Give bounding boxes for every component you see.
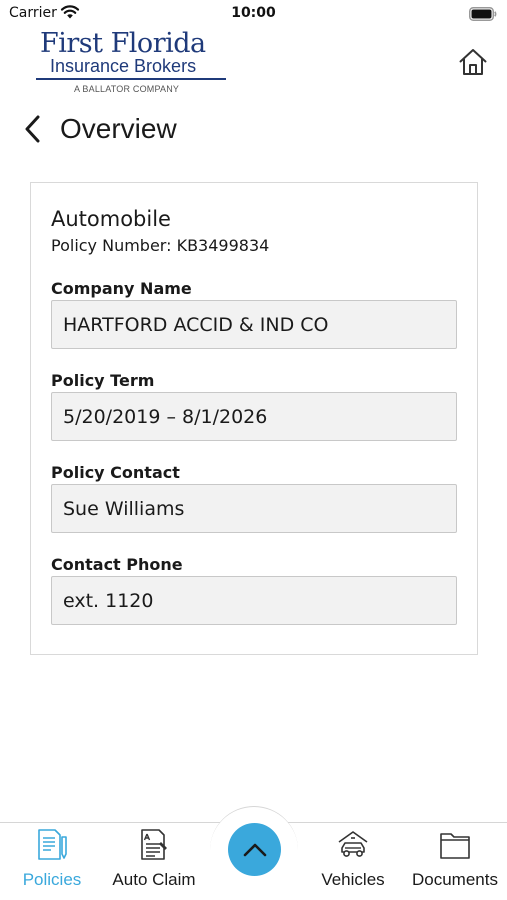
tab-vehicles[interactable]: Vehicles <box>313 828 393 894</box>
tab-policies-label: Policies <box>22 870 82 889</box>
home-icon <box>459 49 487 75</box>
chevron-left-icon <box>25 115 40 143</box>
policy-type: Automobile <box>51 207 171 231</box>
policy-document-icon <box>35 828 69 862</box>
tab-auto-claim-label: Auto Claim <box>112 870 196 889</box>
status-bar: Carrier 10:00 <box>0 0 507 28</box>
logo-wordmark: First Florida <box>40 28 206 59</box>
tab-auto-claim[interactable]: Auto Claim <box>104 828 204 894</box>
battery-icon <box>469 6 497 25</box>
tab-documents-label: Documents <box>412 870 498 889</box>
company-name-label: Company Name <box>51 279 192 298</box>
clock: 10:00 <box>231 5 276 21</box>
center-expand-button[interactable] <box>228 823 281 876</box>
tab-documents[interactable]: Documents <box>405 828 505 894</box>
tab-policies[interactable]: Policies <box>10 828 94 894</box>
home-button[interactable] <box>455 44 491 80</box>
folder-icon <box>438 828 472 862</box>
brand-logo: First Florida Insurance Brokers A BALLAT… <box>36 28 230 96</box>
car-garage-icon <box>336 828 370 862</box>
back-button[interactable] <box>22 108 52 150</box>
page-header: Overview <box>22 108 177 150</box>
contact-phone-label: Contact Phone <box>51 555 183 574</box>
logo-rule <box>36 78 226 80</box>
policy-card: Automobile Policy Number: KB3499834 Comp… <box>30 182 478 655</box>
company-name-value: HARTFORD ACCID & IND CO <box>63 313 329 336</box>
policy-number: Policy Number: KB3499834 <box>51 236 270 255</box>
company-name-field[interactable]: HARTFORD ACCID & IND CO <box>51 300 457 349</box>
policy-contact-field[interactable]: Sue Williams <box>51 484 457 533</box>
logo-tagline: A BALLATOR COMPANY <box>74 84 180 94</box>
page-title: Overview <box>60 113 177 144</box>
policy-term-field[interactable]: 5/20/2019 – 8/1/2026 <box>51 392 457 441</box>
policy-contact-label: Policy Contact <box>51 463 180 482</box>
claim-form-icon <box>137 828 171 862</box>
tab-vehicles-label: Vehicles <box>321 870 385 889</box>
contact-phone-field[interactable]: ext. 1120 <box>51 576 457 625</box>
policy-term-label: Policy Term <box>51 371 155 390</box>
contact-phone-value: ext. 1120 <box>63 589 154 612</box>
logo-subtitle: Insurance Brokers <box>50 56 197 76</box>
chevron-up-icon <box>243 843 266 856</box>
policy-contact-value: Sue Williams <box>63 497 185 520</box>
policy-term-value: 5/20/2019 – 8/1/2026 <box>63 405 268 428</box>
